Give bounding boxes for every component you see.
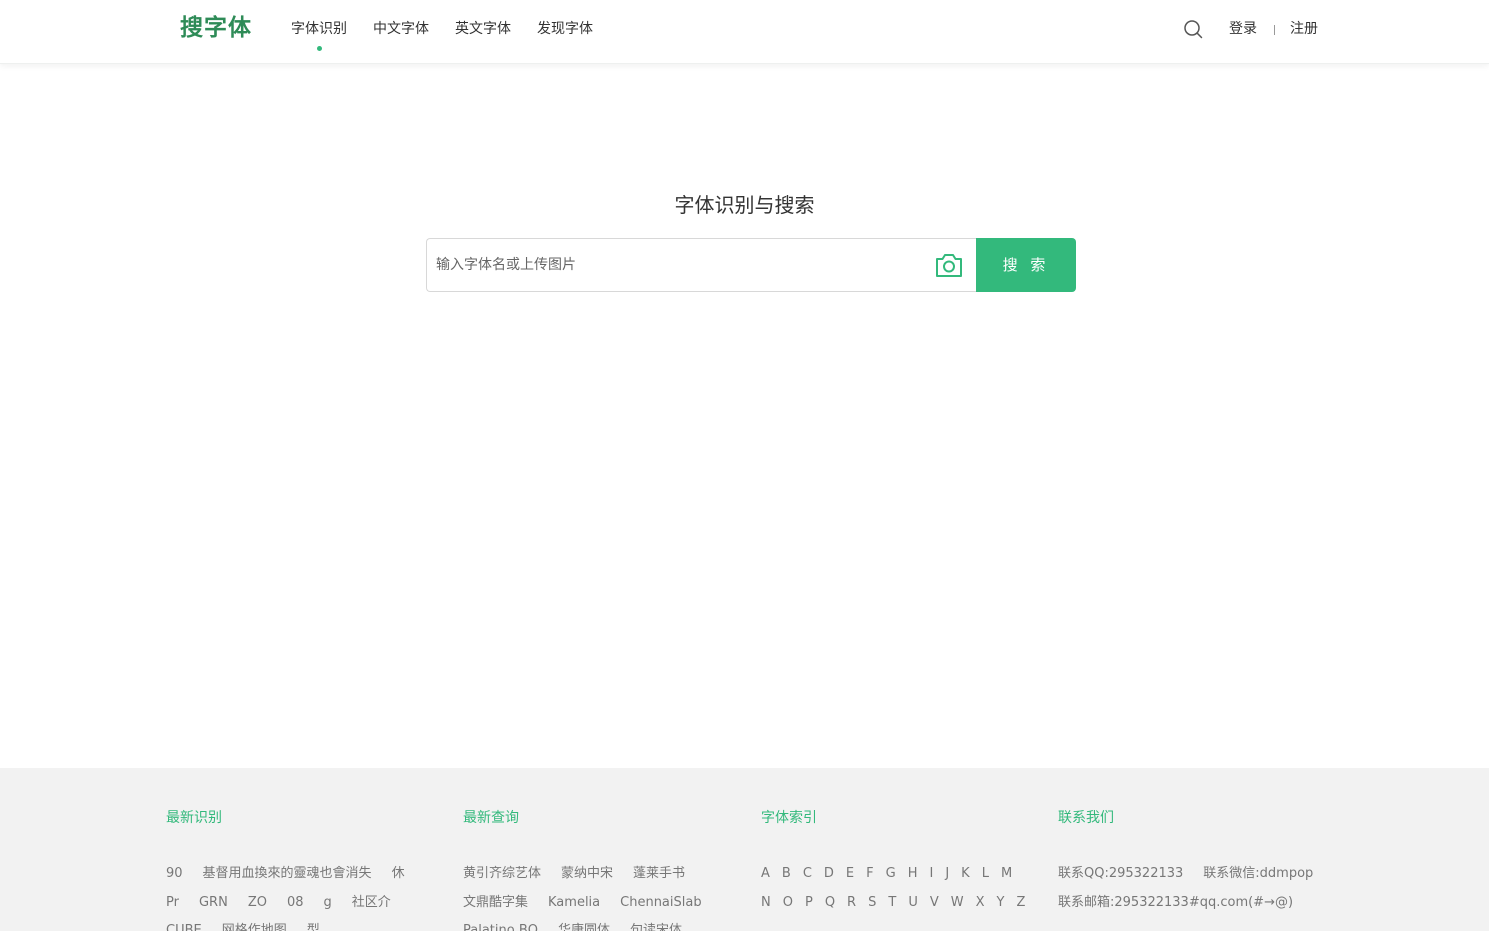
main-nav: 字体识别 中文字体 英文字体 发现字体 [291,0,619,64]
recent-recognition-item[interactable]: GRN [199,894,228,912]
font-index-row: A B C D E F G H I J K L M [761,865,1024,883]
recent-recognition-item[interactable]: Pr [166,894,179,912]
nav-item-label: 英文字体 [455,21,511,37]
index-letter-link[interactable]: D [824,865,834,883]
index-letter-link[interactable]: G [886,865,896,883]
search-input[interactable] [436,239,916,291]
hero-title: 字体识别与搜索 [674,193,815,217]
index-letter-link[interactable]: X [976,894,985,912]
recent-recognition-item[interactable]: 社区介 [352,894,391,912]
index-letter-link[interactable]: Q [825,894,835,912]
contact-wechat: 联系微信:ddmpop [1203,866,1314,881]
search-box [426,238,977,292]
recent-recognition-row: 90 基督用血換來的靈魂也會消失 休 [166,865,425,883]
recent-recognition-item[interactable]: g [324,894,332,912]
search-button[interactable]: 搜 索 [976,238,1076,292]
contact-row: 联系邮箱:295322133#qq.com(#→@) [1058,894,1313,912]
recent-search-item[interactable]: 句读宋体 [630,922,682,931]
contact-title: 联系我们 [1058,810,1114,826]
recent-recognition-item[interactable]: 网格作地图 [222,922,287,931]
index-letter-link[interactable]: H [908,865,918,883]
index-letter-link[interactable]: L [982,865,989,883]
nav-item-chinese-fonts[interactable]: 中文字体 [373,0,429,64]
index-letter-link[interactable]: M [1001,865,1012,883]
recent-search-item[interactable]: ChennaiSlab [620,894,701,912]
top-header: 搜字体 字体识别 中文字体 英文字体 发现字体 登录 注册 [0,0,1489,64]
index-letter-link[interactable]: Y [997,894,1005,912]
nav-item-label: 发现字体 [537,21,593,37]
header-divider [1274,25,1275,35]
index-letter-link[interactable]: B [782,865,791,883]
recent-search-item[interactable]: Kamelia [548,894,600,912]
contact-email: 联系邮箱:295322133#qq.com(#→@) [1058,895,1294,910]
index-letter-link[interactable]: E [846,865,854,883]
recent-recognition-item[interactable]: ZO [248,894,267,912]
nav-item-label: 中文字体 [373,21,429,37]
index-letter-link[interactable]: I [929,865,933,883]
recent-search-item[interactable]: 黄引齐综艺体 [463,865,541,883]
active-indicator-dot [316,46,322,51]
recent-search-title: 最新查询 [463,810,519,826]
login-link[interactable]: 登录 [1229,19,1257,39]
nav-item-english-fonts[interactable]: 英文字体 [455,0,511,64]
nav-item-font-recognition[interactable]: 字体识别 [291,0,347,64]
recent-search-row: 文鼎酷字集 Kamelia ChennaiSlab [463,894,722,912]
recent-recognition-item[interactable]: 08 [287,894,304,912]
recent-search-row: 黄引齐综艺体 蒙纳中宋 蓬莱手书 [463,865,705,883]
search-icon[interactable] [1183,19,1203,39]
index-letter-link[interactable]: F [866,865,873,883]
index-letter-link[interactable]: A [761,865,770,883]
contact-row: 联系QQ:295322133 联系微信:ddmpop [1058,865,1333,883]
recent-search-item[interactable]: 文鼎酷字集 [463,894,528,912]
recent-search-item[interactable]: 蓬莱手书 [633,865,685,883]
recent-search-item[interactable]: 蒙纳中宋 [561,865,613,883]
recent-recognition-item[interactable]: 90 [166,865,183,883]
index-letter-link[interactable]: C [803,865,812,883]
index-letter-link[interactable]: S [868,894,876,912]
index-letter-link[interactable]: J [945,865,949,883]
index-letter-link[interactable]: N [761,894,771,912]
register-link[interactable]: 注册 [1290,19,1318,39]
nav-item-discover-fonts[interactable]: 发现字体 [537,0,593,64]
recent-recognition-row: CUBE 网格作地图 型 [166,922,340,931]
index-letter-link[interactable]: U [908,894,918,912]
index-letter-link[interactable]: O [783,894,793,912]
recent-recognition-row: Pr GRN ZO 08 g 社区介 [166,894,411,912]
font-index-row: N O P Q R S T U V W X Y Z [761,894,1037,912]
index-letter-link[interactable]: P [805,894,813,912]
index-letter-link[interactable]: W [951,894,964,912]
nav-item-label: 字体识别 [291,21,347,37]
recent-recognition-item[interactable]: 型 [307,922,320,931]
recent-recognition-item[interactable]: 基督用血換來的靈魂也會消失 [203,865,372,883]
index-letter-link[interactable]: T [888,894,896,912]
site-logo[interactable]: 搜字体 [180,12,252,44]
recent-recognition-item[interactable]: 休 [392,865,405,883]
index-letter-link[interactable]: K [961,865,970,883]
font-index-title: 字体索引 [761,810,817,826]
recent-search-item[interactable]: Palatino BQ [463,922,538,931]
camera-icon[interactable] [934,251,964,279]
index-letter-link[interactable]: R [847,894,856,912]
recent-recognition-item[interactable]: CUBE [166,922,202,931]
contact-qq: 联系QQ:295322133 [1058,866,1184,881]
recent-search-item[interactable]: 华康圆体 [558,922,610,931]
recent-recognition-title: 最新识别 [166,810,222,826]
index-letter-link[interactable]: Z [1016,894,1025,912]
index-letter-link[interactable]: V [930,894,939,912]
recent-search-row: Palatino BQ 华康圆体 句读宋体 [463,922,702,931]
site-footer: 最新识别 90 基督用血換來的靈魂也會消失 休 Pr GRN ZO 08 g 社… [0,768,1489,931]
